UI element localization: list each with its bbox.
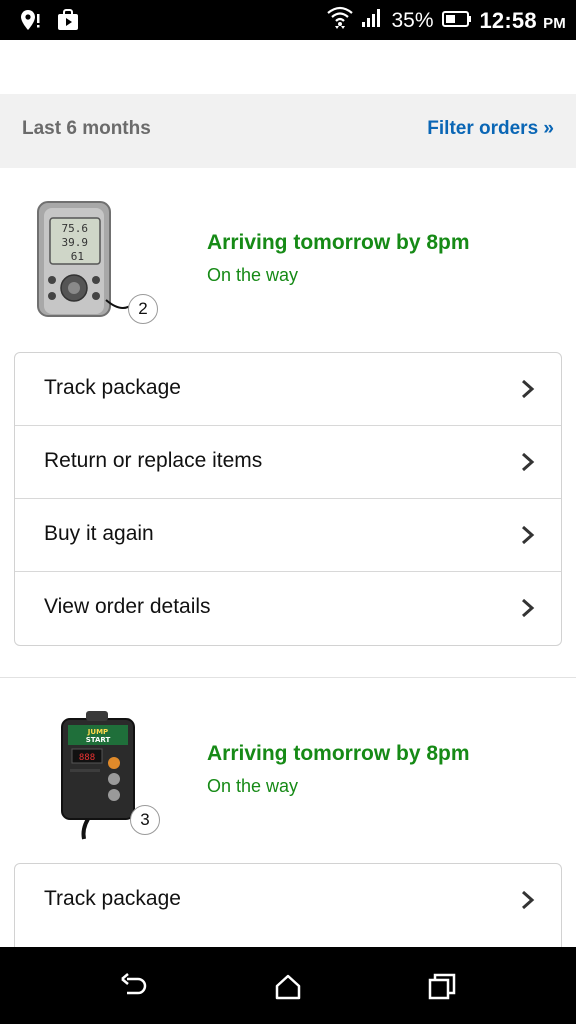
wifi-icon (327, 6, 354, 36)
home-button[interactable] (272, 971, 304, 1003)
view-order-details-button[interactable]: View order details (15, 572, 561, 645)
time-period-label: Last 6 months (22, 118, 151, 139)
svg-text:START: START (86, 736, 111, 744)
filter-bar: Last 6 months Filter orders » (0, 94, 576, 168)
track-package-button[interactable]: Track package (15, 353, 561, 426)
chevron-right-icon (522, 379, 535, 399)
battery-percent: 35% (391, 9, 434, 32)
svg-text:75.6: 75.6 (62, 222, 89, 235)
chevron-right-icon (522, 890, 535, 910)
back-icon (121, 973, 147, 995)
delivery-title: Arriving tomorrow by 8pm (207, 231, 470, 254)
delivery-status: On the way (207, 776, 299, 796)
product-image-thermostat[interactable]: JUMP START 888 3 (30, 707, 164, 841)
chevron-right-icon (522, 452, 535, 472)
location-icon (18, 8, 42, 37)
svg-text:888: 888 (79, 753, 95, 763)
clock-ampm: PM (543, 15, 566, 32)
shopping-bag-icon (56, 8, 80, 37)
clock: 12:58 PM (480, 8, 567, 34)
delivery-status: On the way (207, 265, 299, 285)
recents-button[interactable] (426, 971, 458, 1003)
track-package-button[interactable]: Track package (15, 864, 561, 937)
svg-text:61: 61 (71, 250, 84, 263)
recents-icon (428, 973, 456, 1000)
action-label: Buy it again (44, 522, 154, 545)
order-divider (0, 677, 576, 678)
battery-icon (441, 8, 472, 34)
signal-icon (361, 7, 383, 35)
svg-text:JUMP: JUMP (87, 728, 108, 736)
order-actions-list: Track package Return or replace items Bu… (14, 352, 562, 646)
system-nav-bar (0, 947, 576, 1024)
return-replace-button[interactable]: Return or replace items (15, 426, 561, 499)
home-icon (275, 974, 301, 1000)
buy-again-button[interactable]: Buy it again (15, 499, 561, 572)
chevron-right-icon (522, 598, 535, 618)
status-bar: 35% 12:58 PM (0, 0, 576, 40)
action-label: Track package (44, 376, 181, 399)
svg-text:39.9: 39.9 (62, 236, 89, 249)
order-card: 75.6 39.9 61 2 Arriving tomorrow by 8pm … (0, 196, 576, 656)
quantity-badge: 2 (128, 294, 158, 324)
action-label: Return or replace items (44, 449, 263, 472)
clock-time: 12:58 (479, 8, 537, 33)
quantity-badge: 3 (130, 805, 160, 835)
back-button[interactable] (118, 971, 150, 1003)
order-card: JUMP START 888 3 Arriving tomorrow by 8p… (0, 707, 576, 985)
chevron-right-icon (522, 525, 535, 545)
filter-orders-link[interactable]: Filter orders » (427, 118, 554, 140)
delivery-title: Arriving tomorrow by 8pm (207, 742, 470, 765)
product-image-thermometer[interactable]: 75.6 39.9 61 2 (30, 196, 164, 330)
action-label: Track package (44, 887, 181, 910)
action-label: View order details (44, 595, 211, 618)
